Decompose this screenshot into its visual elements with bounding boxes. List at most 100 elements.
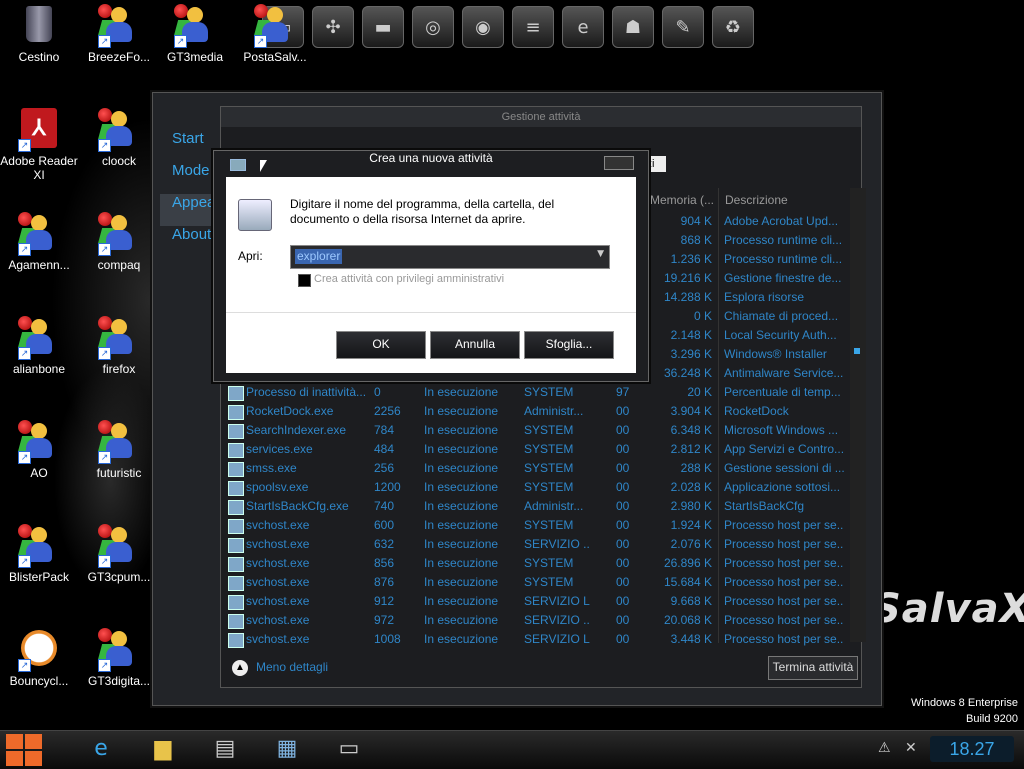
dock-network-icon[interactable]: ✣	[312, 6, 354, 48]
table-row[interactable]: RocketDock.exe 2256 In esecuzione Administr…	[226, 402, 846, 421]
desktop-icon[interactable]: ↗ PostaSalv...	[236, 4, 314, 64]
cell-name: services.exe	[246, 442, 313, 456]
desktop-icon-label: alianbone	[12, 362, 66, 376]
cell-cpu: 00	[616, 423, 630, 437]
cell-description: Processo host per se...	[724, 594, 844, 608]
table-row[interactable]: StartIsBackCfg.exe 740 In esecuzione Admini…	[226, 497, 846, 516]
less-details-label: Meno dettagli	[256, 660, 329, 674]
desktop-icon[interactable]: ↗ GT3media	[156, 4, 234, 64]
desktop-icon[interactable]: ↗ compaq	[80, 212, 158, 272]
run-program-icon	[238, 199, 272, 231]
table-row[interactable]: services.exe 484 In esecuzione SYSTEM 00 2.81…	[226, 440, 846, 459]
cell-cpu: 00	[616, 556, 630, 570]
cell-memory: 2.076 K	[670, 537, 712, 551]
desktop-icon[interactable]: ⅄ ↗ Adobe Reader XI	[0, 108, 78, 182]
desktop-icon[interactable]: ↗ Agamenn...	[0, 212, 78, 272]
admin-privileges-checkbox[interactable]	[298, 274, 311, 287]
desktop-icon[interactable]: ↗ AO	[0, 420, 78, 480]
column-header-description[interactable]: Descrizione	[725, 190, 788, 210]
desktop-icon[interactable]: ↗ GT3cpum...	[80, 524, 158, 584]
cell-cpu: 00	[616, 518, 630, 532]
table-row[interactable]: svchost.exe 1008 In esecuzione SERVIZIO L..…	[226, 630, 846, 649]
cell-description: Gestione sessioni di ...	[724, 461, 844, 475]
cell-state: In esecuzione	[424, 632, 499, 646]
table-row[interactable]: svchost.exe 876 In esecuzione SYSTEM 00 15.68…	[226, 573, 846, 592]
cell-user: SYSTEM	[524, 518, 574, 532]
dock-browser-icon[interactable]: e	[562, 6, 604, 48]
ok-button[interactable]: OK	[336, 331, 426, 359]
cell-state: In esecuzione	[424, 613, 499, 627]
browse-button[interactable]: Sfoglia...	[524, 331, 614, 359]
shortcut-user-icon: ↗	[173, 4, 216, 48]
cell-memory: 19.216 K	[663, 271, 712, 285]
dock-shirt-icon[interactable]: ☗	[612, 6, 654, 48]
desktop-icon[interactable]: ↗ futuristic	[80, 420, 158, 480]
dock-tools-icon[interactable]: ✎	[662, 6, 704, 48]
start-button[interactable]	[6, 734, 42, 766]
desktop-icon-label: firefox	[102, 362, 136, 376]
dialog-close-button[interactable]	[604, 156, 634, 170]
scrollbar-thumb[interactable]	[854, 348, 860, 354]
run-dialog-icon[interactable]: ▭	[326, 733, 372, 765]
open-input-value[interactable]: explorer	[295, 249, 343, 264]
desktop-icon[interactable]: ↗ alianbone	[0, 316, 78, 376]
table-row[interactable]: spoolsv.exe 1200 In esecuzione SYSTEM 00 2.02…	[226, 478, 846, 497]
table-row[interactable]: smss.exe 256 In esecuzione SYSTEM 00 288 K Ges…	[226, 459, 846, 478]
desktop-icon[interactable]: ↗ firefox	[80, 316, 158, 376]
desktop-icon[interactable]: Cestino	[0, 4, 78, 64]
desktop-icon[interactable]: ↗ BlisterPack	[0, 524, 78, 584]
end-task-button[interactable]: Termina attività	[768, 656, 858, 680]
cell-pid: 256	[374, 461, 395, 475]
internet-explorer-icon[interactable]: e	[78, 733, 124, 765]
desktop-icon-label: PostaSalv...	[243, 50, 307, 64]
cell-description: Processo runtime cli...	[724, 233, 843, 247]
cell-name: RocketDock.exe	[246, 404, 334, 418]
cell-description: Applicazione sottosi...	[724, 480, 841, 494]
chevron-down-icon[interactable]: ▼	[597, 249, 604, 259]
table-row[interactable]: svchost.exe 912 In esecuzione SERVIZIO L...…	[226, 592, 846, 611]
table-row[interactable]: Processo di inattività... 0 In esecuzione S…	[226, 383, 846, 402]
cell-description: Processo host per se...	[724, 632, 844, 646]
taskbar-clock[interactable]: 18.27	[930, 736, 1014, 762]
settings-nav: Start Mode Appea About	[160, 130, 218, 258]
cell-memory: 20 K	[687, 385, 712, 399]
task-manager-icon[interactable]: ▤	[202, 733, 248, 765]
column-header-memory[interactable]: Memoria (...	[650, 190, 714, 210]
nav-start[interactable]: Start	[160, 130, 218, 162]
open-combobox[interactable]: explorer ▼	[290, 245, 610, 269]
control-panel-icon[interactable]: ▦	[264, 733, 310, 765]
nav-about[interactable]: About	[160, 226, 218, 258]
desktop-icon[interactable]: ↗ GT3digita...	[80, 628, 158, 688]
nav-mode[interactable]: Mode	[160, 162, 218, 194]
cell-memory: 3.904 K	[670, 404, 712, 418]
dock-media-icon[interactable]: ◎	[412, 6, 454, 48]
table-row[interactable]: svchost.exe 632 In esecuzione SERVIZIO ... 0…	[226, 535, 846, 554]
desktop-icon[interactable]: ↗ cloock	[80, 108, 158, 168]
task-list-scrollbar[interactable]	[850, 188, 866, 642]
cell-pid: 484	[374, 442, 395, 456]
network-icon[interactable]: ⚠	[878, 740, 891, 756]
less-details-toggle[interactable]: ▲ Meno dettagli	[232, 658, 328, 676]
table-row[interactable]: svchost.exe 972 In esecuzione SERVIZIO ... 0…	[226, 611, 846, 630]
cell-memory: 26.896 K	[663, 556, 712, 570]
cancel-button[interactable]: Annulla	[430, 331, 520, 359]
process-icon	[228, 538, 244, 553]
cell-user: SERVIZIO ...	[524, 537, 590, 551]
dock-recycle-icon[interactable]: ♻	[712, 6, 754, 48]
table-row[interactable]: svchost.exe 856 In esecuzione SYSTEM 00 26.89…	[226, 554, 846, 573]
table-row[interactable]: svchost.exe 600 In esecuzione SYSTEM 00 1.924…	[226, 516, 846, 535]
cell-cpu: 00	[616, 575, 630, 589]
desktop-icon[interactable]: ↗ BreezeFo...	[80, 4, 158, 64]
file-explorer-icon[interactable]: ▆	[140, 733, 186, 765]
desktop-icon[interactable]: ↗ Bouncycl...	[0, 628, 78, 688]
dock-equalizer-icon[interactable]: ≡	[512, 6, 554, 48]
cell-user: SYSTEM	[524, 480, 574, 494]
shortcut-user-icon: ↗	[253, 4, 296, 48]
cell-name: svchost.exe	[246, 632, 310, 646]
dock-folder-icon[interactable]: ▬	[362, 6, 404, 48]
nav-appearance[interactable]: Appea	[160, 194, 218, 226]
volume-muted-icon[interactable]: ✕	[905, 740, 917, 756]
dock-disk-icon[interactable]: ◉	[462, 6, 504, 48]
table-row[interactable]: SearchIndexer.exe 784 In esecuzione SYSTEM 0…	[226, 421, 846, 440]
cell-pid: 1008	[374, 632, 401, 646]
